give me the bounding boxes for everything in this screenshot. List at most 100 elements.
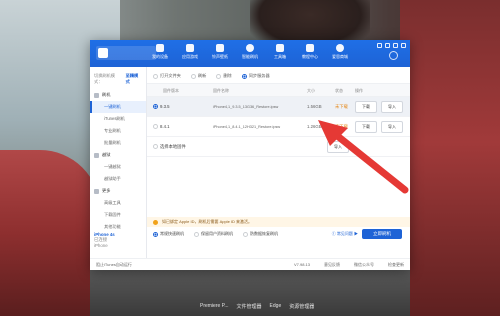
header-size: 大小 bbox=[307, 88, 315, 93]
sidebar: 切换刷机模式： 至精模式 刷机 一键刷机 iTunes刷机 专业刷机 批量刷机 … bbox=[90, 67, 147, 258]
feedback-link[interactable]: 意见反馈 bbox=[324, 262, 340, 268]
app-logo bbox=[96, 46, 156, 60]
taskbar-item[interactable]: Edge bbox=[270, 303, 282, 309]
sidebar-item-jailbreak-helper[interactable]: 越狱助手 bbox=[90, 173, 146, 185]
mode-value[interactable]: 至精模式 bbox=[126, 73, 142, 85]
nav-tutorial[interactable]: 教程中心 bbox=[298, 42, 322, 59]
flash-group-icon bbox=[94, 92, 99, 98]
sidebar-group-more: 更多 bbox=[90, 185, 146, 197]
window-controls bbox=[377, 43, 406, 48]
row-size: 1.26GB bbox=[307, 124, 322, 129]
row-name: iPhone4,1_8.4.1_12H321_Restore.ipsw bbox=[213, 124, 281, 129]
option-keep-data[interactable]: 保留用户资料刷机 bbox=[194, 231, 233, 237]
row-name: iPhone4,1_9.3.5_13G36_Restore.ipsw bbox=[213, 104, 279, 109]
check-update-link[interactable]: 检查更新 bbox=[388, 262, 404, 268]
nav-apps[interactable]: 应用游戏 bbox=[178, 42, 202, 59]
nav-toolbox[interactable]: 工具箱 bbox=[268, 42, 292, 59]
download-button[interactable]: 下载 bbox=[355, 120, 377, 133]
mode-label: 切换刷机模式： bbox=[94, 73, 115, 84]
row-operations: 导入 bbox=[327, 140, 349, 153]
tab-open-folder[interactable]: 打开文件夹 bbox=[153, 73, 181, 79]
sidebar-item-one-click-flash[interactable]: 一键刷机 bbox=[90, 101, 146, 113]
top-nav-bar: 我的设备 应用游戏 铃声壁纸 智能刷机 工具箱 教程中心 爱思商城 bbox=[90, 40, 410, 67]
status-bar: 阻止iTunes自动运行 V7.98.13 意见反馈 微信公众号 检查更新 bbox=[90, 258, 410, 270]
sidebar-item-itunes-flash[interactable]: iTunes刷机 bbox=[90, 113, 146, 125]
header-status: 状态 bbox=[335, 88, 343, 93]
flash-now-button[interactable]: 立即刷机 bbox=[362, 229, 402, 239]
taskbar-item[interactable]: Premiere P... bbox=[200, 303, 229, 309]
block-itunes-checkbox[interactable]: 阻止iTunes自动运行 bbox=[96, 262, 132, 268]
nav-flash[interactable]: 智能刷机 bbox=[238, 42, 262, 59]
sync-icon bbox=[241, 73, 247, 79]
apps-icon bbox=[186, 44, 194, 52]
sidebar-item-download-firmware[interactable]: 下载固件 bbox=[90, 209, 146, 221]
ringtone-icon bbox=[216, 44, 224, 52]
tab-sync-server[interactable]: 同步服务器 bbox=[241, 73, 270, 79]
row-size: 1.56GB bbox=[307, 104, 322, 109]
nav-my-device[interactable]: 我的设备 bbox=[148, 42, 172, 59]
import-button[interactable]: 导入 bbox=[381, 120, 403, 133]
taskbar: Premiere P... 文件管理器 Edge 资源管理器 bbox=[200, 300, 320, 312]
tutorial-icon bbox=[306, 44, 314, 52]
refresh-icon bbox=[190, 73, 196, 79]
more-group-icon bbox=[94, 188, 99, 194]
download-button[interactable]: 下载 bbox=[355, 100, 377, 113]
warning-icon bbox=[153, 219, 158, 225]
maximize-icon[interactable] bbox=[393, 43, 398, 48]
table-row[interactable]: 8.4.1 iPhone4,1_8.4.1_12H321_Restore.ips… bbox=[147, 117, 410, 137]
settings-icon[interactable] bbox=[377, 43, 382, 48]
notice-bar: 如已绑定 Apple ID，刷机后需要 Apple ID 来激活。 bbox=[147, 217, 410, 227]
delete-icon bbox=[216, 73, 222, 79]
toolbox-icon bbox=[276, 44, 284, 52]
close-icon[interactable] bbox=[401, 43, 406, 48]
header-operation: 操作 bbox=[355, 88, 363, 93]
sidebar-item-pro-flash[interactable]: 专业刷机 bbox=[90, 125, 146, 137]
nav-store[interactable]: 爱思商城 bbox=[328, 42, 352, 59]
device-model: iPhone bbox=[94, 243, 108, 248]
taskbar-item[interactable]: 资源管理器 bbox=[289, 303, 314, 310]
row-radio[interactable] bbox=[153, 104, 158, 109]
row-operations: 下载 导入 bbox=[355, 120, 403, 133]
import-button[interactable]: 导入 bbox=[327, 140, 349, 153]
sidebar-item-advanced-tools[interactable]: 高级工具 bbox=[90, 197, 146, 209]
table-header: 固件版本 固件名称 大小 状态 操作 bbox=[147, 84, 410, 97]
row-radio[interactable] bbox=[153, 144, 158, 149]
logo-icon bbox=[98, 48, 108, 58]
phone-icon bbox=[156, 44, 164, 52]
nav-ringtone[interactable]: 铃声壁纸 bbox=[208, 42, 232, 59]
main-panel: 打开文件夹 刷新 删除 同步服务器 固件版本 固件名称 大小 状态 操作 9.3… bbox=[147, 67, 410, 258]
row-version: 9.3.5 bbox=[153, 104, 213, 109]
row-status: 未下载 bbox=[335, 123, 348, 129]
sidebar-group-flash: 刷机 bbox=[90, 89, 146, 101]
row-status: 未下载 bbox=[335, 103, 348, 109]
option-anti-recovery[interactable]: 防数据恢复刷机 bbox=[243, 231, 278, 237]
notice-text: 如已绑定 Apple ID，刷机后需要 Apple ID 来激活。 bbox=[162, 219, 253, 224]
option-quick-flash[interactable]: 常规快速刷机 bbox=[153, 231, 184, 237]
mode-switch[interactable]: 切换刷机模式： 至精模式 bbox=[90, 71, 146, 89]
table-row[interactable]: 9.3.5 iPhone4,1_9.3.5_13G36_Restore.ipsw… bbox=[147, 97, 410, 117]
jailbreak-group-icon bbox=[94, 152, 99, 158]
flash-icon bbox=[246, 44, 254, 52]
toolbar-tabs: 打开文件夹 刷新 删除 同步服务器 bbox=[147, 67, 410, 84]
table-row[interactable]: 选择本地固件 导入 bbox=[147, 137, 410, 157]
minimize-icon[interactable] bbox=[385, 43, 390, 48]
store-icon bbox=[336, 44, 344, 52]
header-version: 固件版本 bbox=[163, 88, 179, 93]
taskbar-item[interactable]: 文件管理器 bbox=[237, 303, 262, 310]
sidebar-item-one-click-jailbreak[interactable]: 一键越狱 bbox=[90, 161, 146, 173]
option-radio bbox=[153, 231, 158, 237]
wallpaper-car-left bbox=[0, 150, 100, 316]
wechat-link[interactable]: 微信公众号 bbox=[354, 262, 374, 268]
tab-refresh[interactable]: 刷新 bbox=[190, 73, 206, 79]
option-radio bbox=[194, 231, 199, 237]
wallpaper-car-right bbox=[400, 0, 500, 316]
sidebar-item-batch-flash[interactable]: 批量刷机 bbox=[90, 137, 146, 149]
row-operations: 下载 导入 bbox=[355, 100, 403, 113]
option-radio bbox=[243, 231, 248, 237]
sidebar-group-jailbreak: 越狱 bbox=[90, 149, 146, 161]
tab-delete[interactable]: 删除 bbox=[216, 73, 232, 79]
download-center-icon[interactable] bbox=[389, 51, 398, 60]
faq-link[interactable]: ① 常见问题 ▶ bbox=[332, 231, 358, 237]
row-radio[interactable] bbox=[153, 124, 158, 129]
import-button[interactable]: 导入 bbox=[381, 100, 403, 113]
